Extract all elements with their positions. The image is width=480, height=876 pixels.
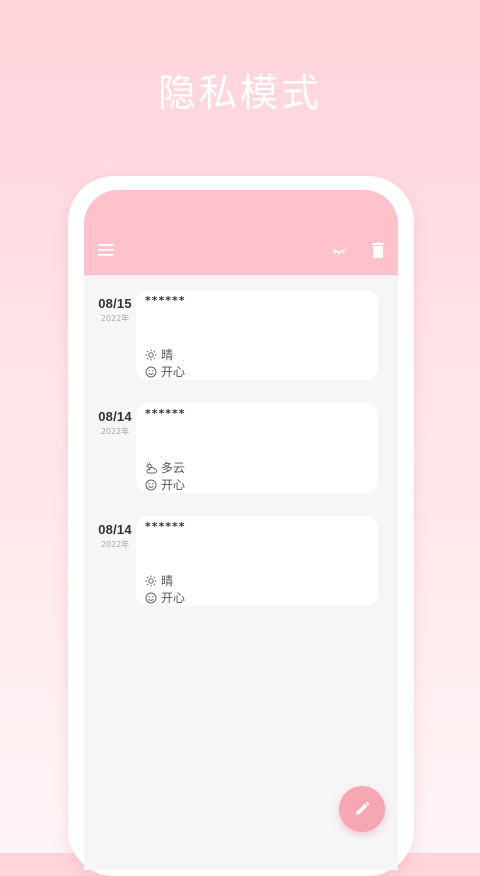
entry-weather: 晴 (145, 572, 173, 589)
entry-mood: 开心 (145, 476, 185, 493)
page-headline: 隐私模式 (157, 71, 322, 115)
entry-mood: 开心 (145, 363, 185, 380)
mood-label: 开心 (161, 365, 186, 379)
app-screen: 08/15 2022年 ****** 晴 开心 08/14 2022年 ****… (84, 190, 398, 870)
entry-date: 08/15 2022年 (92, 296, 138, 324)
entry-date-year: 2022年 (100, 314, 130, 323)
entry-date-year: 2022年 (100, 540, 130, 549)
pencil-icon (356, 801, 370, 815)
weather-label: 多云 (161, 461, 186, 475)
menu-icon[interactable] (98, 244, 114, 256)
weather-label: 晴 (161, 348, 174, 362)
new-entry-fab[interactable] (339, 786, 385, 832)
entry-date-year: 2022年 (100, 427, 130, 436)
diary-entry[interactable]: 08/14 2022年 ****** 多云 开心 (84, 403, 398, 493)
diary-entry[interactable]: 08/14 2022年 ****** 晴 开心 (84, 516, 398, 606)
entry-weather: 晴 (145, 346, 173, 363)
smile-icon (145, 592, 157, 603)
entry-weather: 多云 (145, 459, 185, 476)
phone-frame: 08/15 2022年 ****** 晴 开心 08/14 2022年 ****… (68, 176, 414, 876)
entry-card[interactable]: ****** 晴 开心 (136, 290, 378, 380)
entry-mood: 开心 (145, 589, 185, 606)
entry-content-masked: ****** (145, 294, 186, 307)
trash-icon[interactable] (372, 242, 384, 258)
smile-icon (145, 366, 157, 377)
entry-date-day: 08/14 (98, 522, 132, 537)
sun-icon (145, 575, 157, 586)
entry-date-day: 08/14 (98, 409, 132, 424)
app-bar (84, 190, 398, 275)
entry-content-masked: ****** (145, 407, 186, 420)
entry-card[interactable]: ****** 多云 开心 (136, 403, 378, 493)
entry-date-day: 08/15 (98, 296, 132, 311)
weather-label: 晴 (161, 574, 174, 588)
cloud-sun-icon (146, 461, 157, 473)
entry-date: 08/14 2022年 (92, 522, 138, 550)
entry-content-masked: ****** (145, 520, 186, 533)
mood-label: 开心 (161, 591, 186, 605)
sun-icon (145, 349, 157, 360)
smile-icon (145, 479, 157, 490)
entry-card[interactable]: ****** 晴 开心 (136, 516, 378, 606)
diary-entry[interactable]: 08/15 2022年 ****** 晴 开心 (84, 290, 398, 380)
eye-closed-icon[interactable] (332, 246, 346, 256)
entry-date: 08/14 2022年 (92, 409, 138, 437)
mood-label: 开心 (161, 478, 186, 492)
